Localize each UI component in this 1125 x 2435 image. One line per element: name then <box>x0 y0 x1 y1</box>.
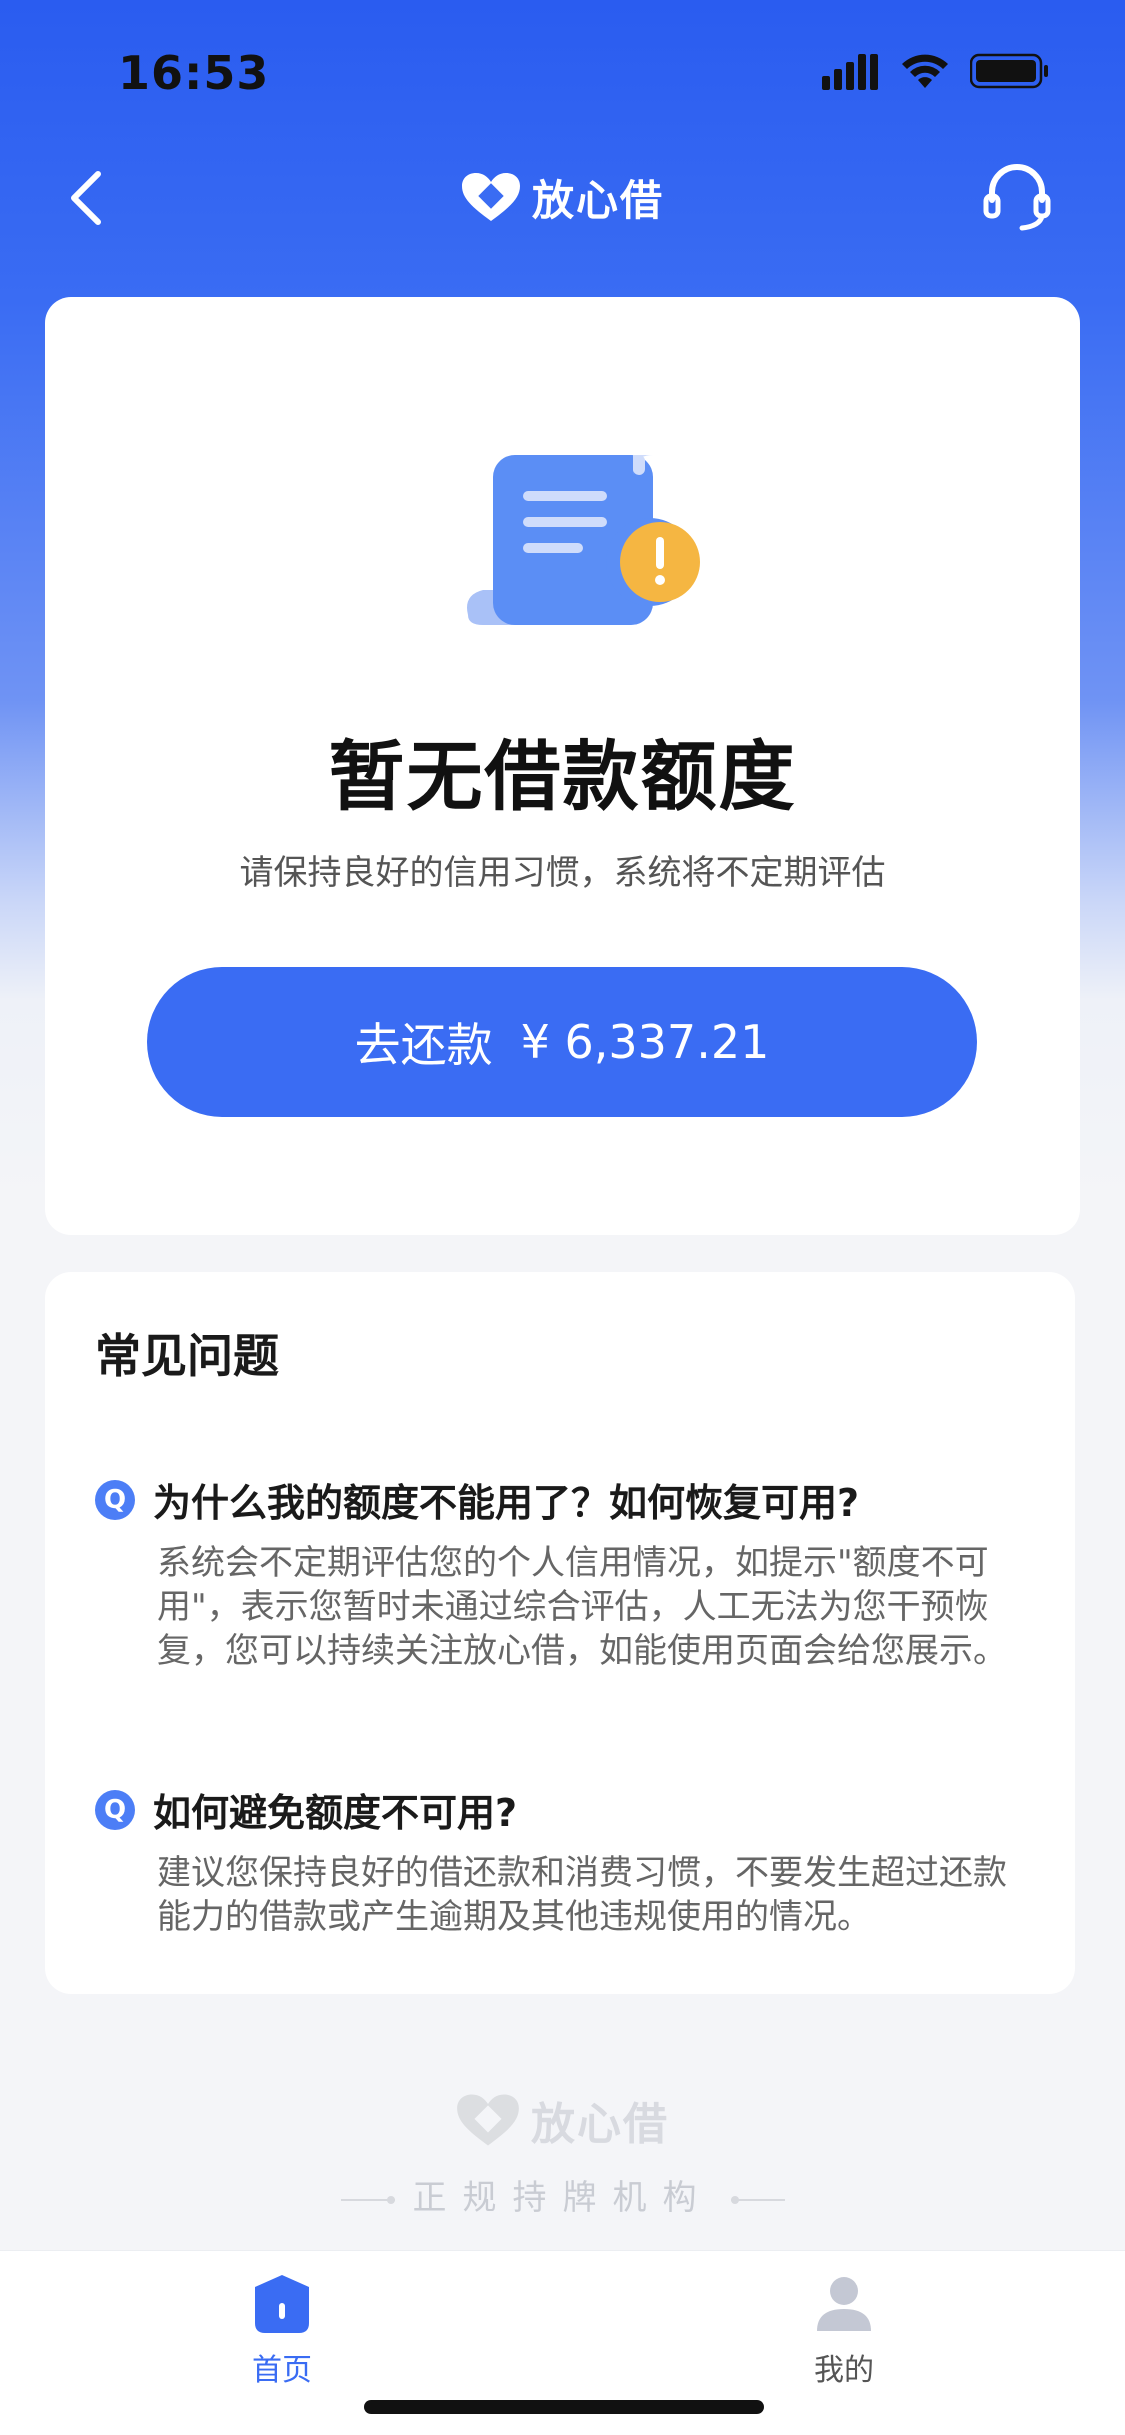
divider <box>340 2195 395 2204</box>
status-bar: 16:53 <box>0 0 1125 150</box>
headset-icon[interactable] <box>982 160 1052 232</box>
question-badge-icon: Q <box>95 1789 135 1830</box>
footer-brand: 放心借 <box>455 2085 669 2155</box>
faq-title: 常见问题 <box>95 1329 279 1383</box>
faq-question: 如何避免额度不可用? <box>153 1791 518 1835</box>
credit-status-card: 暂无借款额度 请保持良好的信用习惯，系统将不定期评估 去还款 ¥ 6,337.2… <box>45 297 1080 1235</box>
footer-tagline: 正规持牌机构 <box>0 2170 1125 2219</box>
faq-item[interactable]: Q 如何避免额度不可用? 建议您保持良好的借还款和消费习惯，不要发生超过还款能力… <box>95 1782 1045 1939</box>
tab-label: 首页 <box>252 2353 312 2388</box>
signal-icon <box>822 54 878 90</box>
home-indicator <box>364 2400 764 2414</box>
heart-logo-icon <box>457 2094 519 2146</box>
back-arrow-icon[interactable] <box>62 168 112 228</box>
home-icon <box>255 2275 309 2333</box>
footer-brand-name: 放心借 <box>531 2099 669 2150</box>
tab-mine[interactable]: 我的 <box>764 2273 924 2393</box>
repay-button[interactable]: 去还款 ¥ 6,337.21 <box>147 967 977 1117</box>
heart-logo-icon <box>462 173 520 221</box>
tab-label: 我的 <box>814 2353 874 2388</box>
repay-amount: ¥ 6,337.21 <box>520 1015 770 1069</box>
divider <box>730 2195 785 2204</box>
faq-card: 常见问题 Q 为什么我的额度不能用了？如何恢复可用? 系统会不定期评估您的个人信… <box>45 1272 1075 1994</box>
battery-icon <box>970 53 1048 89</box>
brand-name: 放心借 <box>532 175 665 225</box>
faq-answer: 系统会不定期评估您的个人信用情况，如提示"额度不可用"，表示您暂时未通过综合评估… <box>157 1543 1007 1671</box>
repay-button-label: 去还款 <box>354 1018 493 1072</box>
user-icon <box>817 2277 871 2331</box>
no-credit-title: 暂无借款额度 <box>328 732 797 821</box>
faq-item[interactable]: Q 为什么我的额度不能用了？如何恢复可用? 系统会不定期评估您的个人信用情况，如… <box>95 1472 1045 1673</box>
question-badge-icon: Q <box>95 1479 135 1520</box>
tagline-text: 正规持牌机构 <box>412 2178 713 2218</box>
status-time: 16:53 <box>118 46 270 100</box>
faq-question: 为什么我的额度不能用了？如何恢复可用? <box>153 1481 860 1525</box>
faq-answer: 建议您保持良好的借还款和消费习惯，不要发生超过还款能力的借款或产生逾期及其他违规… <box>157 1853 1007 1937</box>
credit-hint-text: 请保持良好的信用习惯，系统将不定期评估 <box>239 853 886 893</box>
nav-title: 放心借 <box>460 165 664 229</box>
wifi-icon <box>902 54 948 88</box>
tab-home[interactable]: 首页 <box>202 2273 362 2393</box>
document-warning-icon <box>467 455 700 625</box>
